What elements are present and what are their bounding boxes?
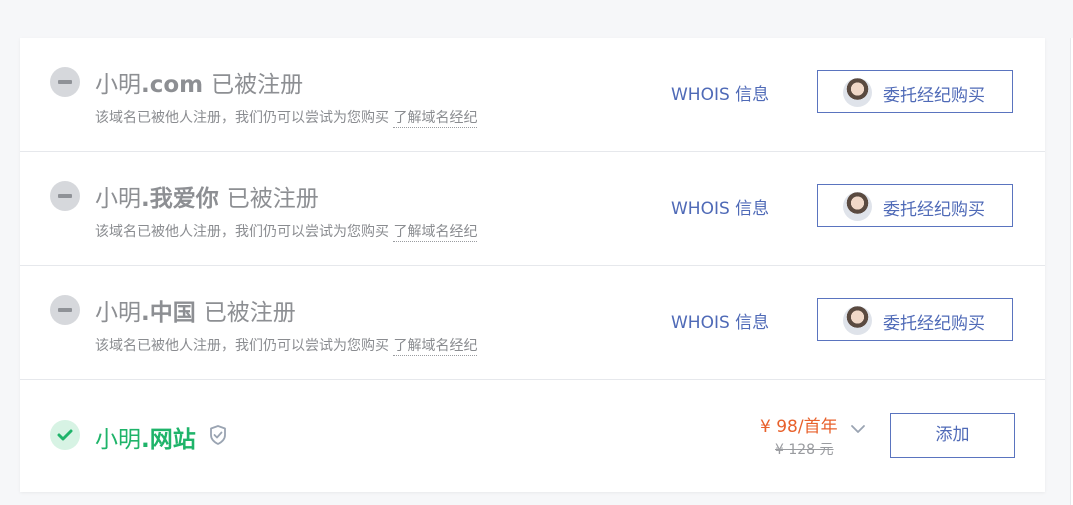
minus-circle-icon: [50, 67, 80, 97]
broker-purchase-button[interactable]: 委托经纪购买: [817, 70, 1013, 113]
avatar: [843, 306, 872, 335]
domain-description: 该域名已被他人注册，我们仍可以尝试为您购买 了解域名经纪: [95, 107, 478, 128]
broker-button-label: 委托经纪购买: [883, 200, 985, 220]
broker-button-label: 委托经纪购买: [883, 314, 985, 334]
domain-suffix: .网站: [141, 427, 196, 453]
whois-link[interactable]: WHOIS 信息: [671, 194, 769, 219]
avatar: [843, 192, 872, 221]
domain-results-panel: 小明.com 已被注册 该域名已被他人注册，我们仍可以尝试为您购买 了解域名经纪 …: [20, 38, 1045, 492]
current-price: ¥ 98/首年: [760, 417, 838, 437]
minus-circle-icon: [50, 181, 80, 211]
add-button[interactable]: 添加: [890, 413, 1015, 458]
broker-purchase-button[interactable]: 委托经纪购买: [817, 184, 1013, 227]
learn-broker-link[interactable]: 了解域名经纪: [393, 110, 478, 128]
domain-row-taken: 小明.中国 已被注册 该域名已被他人注册，我们仍可以尝试为您购买 了解域名经纪 W…: [20, 266, 1045, 380]
domain-name: 小明: [95, 300, 141, 326]
domain-status: 已被注册: [226, 186, 319, 212]
original-price: ¥ 128 元: [775, 442, 834, 458]
shield-check-icon: [208, 424, 228, 450]
domain-description: 该域名已被他人注册，我们仍可以尝试为您购买 了解域名经纪: [95, 335, 478, 356]
check-circle-icon: [50, 420, 80, 450]
whois-link[interactable]: WHOIS 信息: [671, 308, 769, 333]
learn-broker-link[interactable]: 了解域名经纪: [393, 224, 478, 242]
domain-title: 小明.中国 已被注册: [95, 293, 296, 327]
domain-row-available: 小明.网站 ¥ 98/首年 ¥ 128 元 添加: [20, 380, 1045, 492]
domain-name: 小明: [95, 427, 141, 453]
domain-suffix: .我爱你: [141, 186, 219, 212]
learn-broker-link[interactable]: 了解域名经纪: [393, 338, 478, 356]
description-text: 该域名已被他人注册，我们仍可以尝试为您购买: [95, 224, 389, 240]
domain-status: 已被注册: [211, 72, 304, 98]
broker-purchase-button[interactable]: 委托经纪购买: [817, 298, 1013, 341]
domain-name: 小明: [95, 186, 141, 212]
whois-link[interactable]: WHOIS 信息: [671, 80, 769, 105]
description-text: 该域名已被他人注册，我们仍可以尝试为您购买: [95, 110, 389, 126]
domain-name: 小明: [95, 72, 141, 98]
domain-title: 小明.我爱你 已被注册: [95, 179, 319, 213]
domain-suffix: .com: [141, 72, 204, 98]
domain-status: 已被注册: [203, 300, 296, 326]
domain-description: 该域名已被他人注册，我们仍可以尝试为您购买 了解域名经纪: [95, 221, 478, 242]
domain-title: 小明.com 已被注册: [95, 65, 303, 99]
domain-row-taken: 小明.com 已被注册 该域名已被他人注册，我们仍可以尝试为您购买 了解域名经纪 …: [20, 38, 1045, 152]
domain-row-taken: 小明.我爱你 已被注册 该域名已被他人注册，我们仍可以尝试为您购买 了解域名经纪 …: [20, 152, 1045, 266]
broker-button-label: 委托经纪购买: [883, 86, 985, 106]
minus-circle-icon: [50, 295, 80, 325]
domain-suffix: .中国: [141, 300, 196, 326]
avatar: [843, 78, 872, 107]
chevron-down-icon[interactable]: [850, 419, 866, 438]
description-text: 该域名已被他人注册，我们仍可以尝试为您购买: [95, 338, 389, 354]
domain-title: 小明.网站: [95, 420, 196, 454]
